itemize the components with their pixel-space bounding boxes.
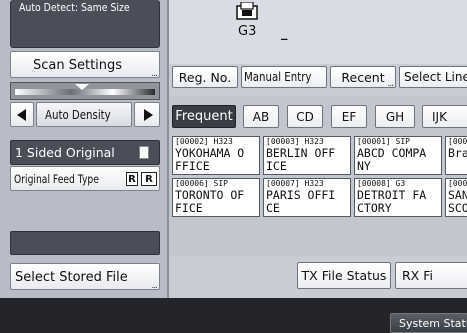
left-panel: Auto Detect: Same Size Scan Settings Aut… bbox=[0, 0, 167, 298]
auto-density-label: Auto Density bbox=[45, 108, 111, 122]
destination-name: PARIS OFFI CE bbox=[266, 188, 336, 215]
tab-ijk-label: IJK bbox=[432, 109, 447, 124]
tab-ab-label: AB bbox=[252, 109, 270, 124]
feed-type-label: Original Feed Type bbox=[14, 172, 99, 186]
tab-ef-label: EF bbox=[341, 109, 357, 124]
destination-key[interactable]: [00006] SIP TORONTO OF FICE bbox=[172, 178, 260, 217]
tx-file-status-label: TX File Status bbox=[301, 268, 387, 283]
tab-manual-entry[interactable]: Manual Entry bbox=[241, 66, 327, 88]
density-darker-button[interactable] bbox=[134, 102, 160, 127]
auto-detect-label: Auto Detect: Same Size bbox=[19, 1, 130, 14]
tab-frequent-label: Frequent bbox=[175, 109, 233, 124]
destination-name: ABCD COMPA NY bbox=[357, 146, 427, 173]
density-scale bbox=[10, 82, 160, 100]
tab-reg-no-label: Reg. No. bbox=[178, 69, 232, 85]
line-type-label: G3 bbox=[238, 24, 257, 39]
tab-ab[interactable]: AB bbox=[243, 105, 279, 128]
destination-key[interactable]: [0000 Bra bbox=[445, 136, 467, 175]
auto-density-button[interactable]: Auto Density bbox=[36, 102, 132, 127]
destination-name: Bra bbox=[448, 146, 467, 160]
sided-original-button[interactable]: 1 Sided Original bbox=[10, 140, 160, 165]
select-stored-file-label: Select Stored File bbox=[15, 270, 128, 285]
destination-key[interactable]: [00002] H323 YOKOHAMA O FFICE bbox=[172, 136, 260, 175]
scan-settings-label: Scan Settings bbox=[33, 58, 123, 73]
fax-machine-icon bbox=[236, 1, 258, 20]
feed-orientation-icon: R bbox=[126, 172, 138, 186]
rx-file-button[interactable]: RX Fi bbox=[395, 262, 467, 289]
tab-manual-entry-label: Manual Entry bbox=[244, 70, 312, 84]
search-tab-row: Reg. No. Manual Entry Recent Select Line bbox=[169, 64, 467, 90]
destination-key[interactable]: [0000 SAN SCO bbox=[445, 178, 467, 217]
tab-recent-label: Recent bbox=[341, 69, 385, 85]
sided-original-label: 1 Sided Original bbox=[15, 145, 115, 160]
tab-cd[interactable]: CD bbox=[287, 105, 323, 128]
tab-select-line[interactable]: Select Line bbox=[399, 66, 467, 88]
scan-settings-button[interactable]: Scan Settings bbox=[10, 51, 160, 79]
rx-file-label: RX Fi bbox=[402, 268, 433, 283]
original-size-panel: Auto Detect: Same Size bbox=[10, 0, 160, 48]
tab-ef[interactable]: EF bbox=[331, 105, 367, 128]
destination-key[interactable]: [00007] H323 PARIS OFFI CE bbox=[263, 178, 351, 217]
destination-name: TORONTO OF FICE bbox=[175, 188, 245, 215]
tab-gh-label: GH bbox=[385, 109, 405, 124]
destination-list-area: Frequent AB CD EF GH IJK [00002] H323 YO… bbox=[169, 96, 467, 256]
tx-file-status-button[interactable]: TX File Status bbox=[297, 262, 391, 289]
original-feed-type-button[interactable]: Original Feed Type R R bbox=[10, 166, 160, 191]
tab-select-line-label: Select Line bbox=[404, 70, 467, 84]
tab-ijk[interactable]: IJK bbox=[422, 105, 467, 128]
destination-name: DETROIT FA CTORY bbox=[357, 188, 427, 215]
destination-name: SAN SCO bbox=[448, 188, 467, 215]
arrow-right-icon bbox=[144, 109, 153, 121]
select-stored-file-button[interactable]: Select Stored File bbox=[10, 263, 160, 291]
tab-recent[interactable]: Recent bbox=[330, 66, 396, 89]
page-icon bbox=[139, 146, 149, 159]
system-status-label: System Statu bbox=[399, 317, 467, 330]
arrow-left-icon bbox=[17, 109, 26, 121]
system-status-button[interactable]: System Statu bbox=[390, 313, 467, 333]
destination-key[interactable]: [00003] H323 BERLIN OFF ICE bbox=[263, 136, 351, 175]
density-lighter-button[interactable] bbox=[10, 102, 34, 127]
destination-display: G3 _ bbox=[169, 0, 467, 70]
stored-file-display bbox=[10, 231, 160, 255]
file-status-row: TX File Status RX Fi bbox=[169, 256, 467, 298]
tab-gh[interactable]: GH bbox=[375, 105, 415, 128]
destination-name: BERLIN OFF ICE bbox=[266, 146, 336, 173]
input-cursor: _ bbox=[281, 26, 288, 41]
density-pointer-icon bbox=[75, 84, 89, 90]
tab-cd-label: CD bbox=[296, 109, 314, 124]
tab-reg-no[interactable]: Reg. No. bbox=[172, 66, 238, 88]
feed-orientation-alt-icon: R bbox=[141, 172, 157, 186]
destination-key[interactable]: [00001] SIP ABCD COMPA NY bbox=[354, 136, 442, 175]
tab-frequent[interactable]: Frequent bbox=[172, 105, 236, 128]
status-bar: System Statu bbox=[0, 298, 467, 333]
destination-key[interactable]: [00008] G3 DETROIT FA CTORY bbox=[354, 178, 442, 217]
destination-name: YOKOHAMA O FFICE bbox=[175, 146, 245, 173]
